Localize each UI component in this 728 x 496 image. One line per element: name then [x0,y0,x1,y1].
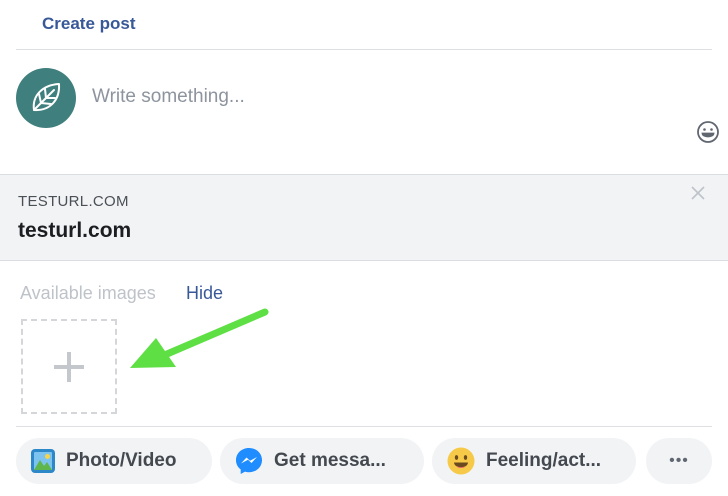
photo-video-label: Photo/Video [66,450,177,471]
photo-icon [31,449,55,473]
plus-icon [54,351,84,382]
messenger-icon [236,448,262,474]
emoji-icon[interactable] [696,120,720,144]
more-icon: ••• [669,452,689,469]
link-title: testurl.com [18,219,132,242]
close-icon[interactable] [690,185,706,201]
hide-images-link[interactable]: Hide [186,283,223,304]
post-text-input[interactable] [92,86,652,108]
link-domain: TESTURL.COM [18,193,129,210]
header: Create post [0,0,728,50]
photo-video-button[interactable]: Photo/Video [16,438,212,484]
add-image-button[interactable] [21,319,117,414]
avatar[interactable] [16,68,76,128]
more-options-button[interactable]: ••• [646,438,712,484]
get-messages-button[interactable]: Get messa... [220,438,424,484]
leaf-logo-icon [32,83,61,112]
smiley-icon [447,447,475,475]
get-messages-label: Get messa... [274,450,386,471]
composer-actions: Photo/Video Get messa... Feeling/act... … [0,427,728,496]
link-preview[interactable]: TESTURL.COM testurl.com [0,174,728,261]
feeling-activity-button[interactable]: Feeling/act... [432,438,636,484]
feeling-activity-label: Feeling/act... [486,450,602,471]
page-title: Create post [42,14,136,33]
available-images-label: Available images [20,283,156,303]
green-arrow-annotation [130,308,269,368]
composer [0,50,728,174]
available-images-section: Available images Hide [0,261,728,427]
